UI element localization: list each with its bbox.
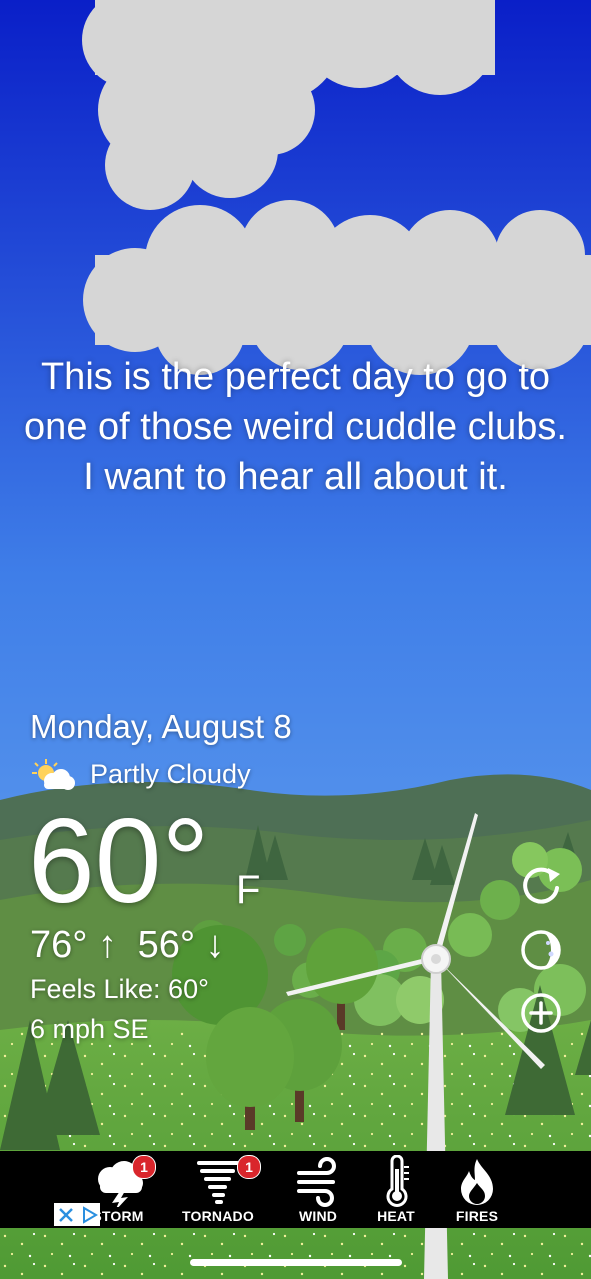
weather-scene-background	[0, 0, 591, 1279]
moon-icon[interactable]	[518, 927, 564, 973]
condition-row: Partly Cloudy	[30, 756, 251, 792]
tab-storm-label: STORM	[92, 1208, 144, 1224]
plus-circle-icon[interactable]	[518, 990, 564, 1036]
home-indicator[interactable]	[190, 1259, 402, 1266]
current-temperature: 60°	[28, 794, 210, 928]
ad-choices-icon[interactable]	[80, 1205, 98, 1224]
storm-badge: 1	[132, 1155, 156, 1179]
fire-icon	[461, 1159, 493, 1205]
close-icon[interactable]	[57, 1206, 75, 1224]
tab-tornado-label: TORNADO	[182, 1208, 254, 1224]
thermometer-icon	[386, 1155, 409, 1207]
feels-like-label: Feels Like: 60°	[30, 974, 209, 1004]
partly-cloudy-icon	[32, 759, 75, 790]
wind-icon	[297, 1157, 336, 1207]
wind-speed-label: 6 mph SE	[30, 1014, 149, 1044]
temperature-unit: F	[236, 868, 261, 912]
tornado-icon	[197, 1161, 239, 1204]
date-label: Monday, August 8	[30, 708, 292, 745]
tab-wind[interactable]: WIND	[283, 1151, 353, 1228]
condition-label: Partly Cloudy	[90, 758, 251, 789]
high-low-temperature: 76° ↑ 56° ↓	[30, 924, 235, 967]
tab-wind-label: WIND	[298, 1208, 338, 1224]
ad-choices-badge[interactable]	[54, 1203, 100, 1226]
tornado-badge: 1	[237, 1155, 261, 1179]
high-temperature: 76° ↑	[30, 924, 118, 966]
tab-fires-label: FIRES	[455, 1208, 499, 1224]
tab-heat-label: HEAT	[377, 1208, 415, 1224]
refresh-icon[interactable]	[518, 862, 564, 908]
tab-fires[interactable]: FIRES	[446, 1151, 508, 1228]
tab-tornado[interactable]: 1 TORNADO	[178, 1151, 261, 1228]
low-temperature: 56° ↓	[137, 924, 225, 966]
tab-heat[interactable]: HEAT	[365, 1151, 427, 1228]
weather-quote: This is the perfect day to go to one of …	[24, 356, 567, 498]
